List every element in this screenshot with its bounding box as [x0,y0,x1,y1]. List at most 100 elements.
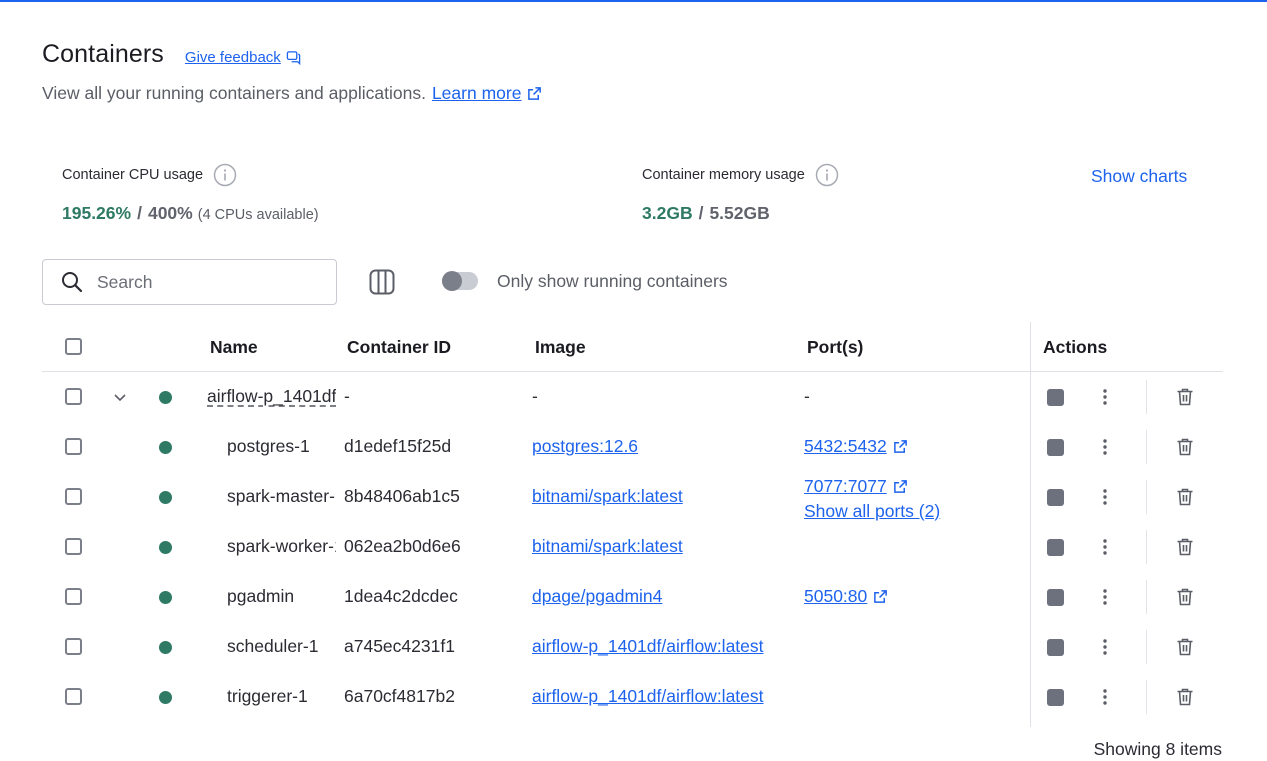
container-name[interactable]: postgres-1 [227,436,336,457]
cpu-count-note: (4 CPUs available) [197,207,319,223]
give-feedback-link[interactable]: Give feedback [185,49,301,66]
container-image-link[interactable]: postgres:12.6 [532,436,638,457]
trash-icon[interactable] [1176,587,1194,607]
row-checkbox[interactable] [65,488,82,505]
stop-button[interactable] [1047,589,1064,606]
stop-button[interactable] [1047,539,1064,556]
table-row[interactable]: triggerer-1 6a70cf4817b2 airflow-p_1401d… [42,672,1223,722]
external-link-icon[interactable] [893,439,908,454]
trash-icon[interactable] [1176,537,1194,557]
row-checkbox[interactable] [65,588,82,605]
learn-more-label: Learn more [431,83,522,103]
container-name[interactable]: pgadmin [227,586,336,607]
containers-table: Name Container ID Image Port(s) Actions … [42,322,1223,722]
container-image-link[interactable]: bitnami/spark:latest [532,486,683,507]
action-divider [1146,630,1147,664]
row-checkbox[interactable] [65,538,82,555]
header-image[interactable]: Image [535,337,586,358]
show-all-ports-link[interactable]: Show all ports (2) [804,501,940,521]
trash-icon[interactable] [1176,437,1194,457]
stop-button[interactable] [1047,389,1064,406]
memory-usage-stat: Container memory usage 3.2GB / 5.52GB [642,163,839,224]
header-container-id[interactable]: Container ID [347,337,451,358]
table-row[interactable]: pgadmin 1dea4c2dcdec dpage/pgadmin4 5050… [42,572,1223,622]
port-link[interactable]: 7077:7077 [804,476,887,496]
select-all-checkbox[interactable] [65,338,82,355]
memory-usage-label-row: Container memory usage [642,163,839,187]
action-divider [1146,430,1147,464]
container-name[interactable]: spark-worker-1 [227,536,336,557]
memory-total: 5.52GB [709,203,770,223]
items-count: Showing 8 items [1093,739,1222,759]
container-id: 8b48406ab1c5 [344,486,460,506]
info-icon[interactable] [213,163,237,187]
stop-button[interactable] [1047,489,1064,506]
container-image-link[interactable]: airflow-p_1401df/airflow:latest [532,636,764,657]
container-name[interactable]: airflow-p_1401df [207,386,336,407]
toggle-knob [442,271,462,291]
external-link-icon[interactable] [873,589,888,604]
table-row[interactable]: scheduler-1 a745ec4231f1 airflow-p_1401d… [42,622,1223,672]
info-icon[interactable] [815,163,839,187]
show-charts-button[interactable]: Show charts [1091,166,1187,187]
more-actions-button[interactable] [1097,387,1113,407]
container-name[interactable]: scheduler-1 [227,636,336,657]
container-id: 1dea4c2dcdec [344,586,458,606]
cpu-total: 400% [147,203,193,223]
stop-button[interactable] [1047,639,1064,656]
container-image-link[interactable]: dpage/pgadmin4 [532,586,662,607]
port-cell: 5050:80 [804,586,888,607]
header-ports[interactable]: Port(s) [807,337,863,358]
stop-button[interactable] [1047,439,1064,456]
table-row[interactable]: postgres-1 d1edef15f25d postgres:12.6 54… [42,422,1223,472]
container-id: 6a70cf4817b2 [344,686,455,706]
container-image-link[interactable]: airflow-p_1401df/airflow:latest [532,686,764,707]
table-row[interactable]: airflow-p_1401df - - - [42,372,1223,422]
feedback-icon [286,51,301,65]
cpu-used: 195.26% [62,203,132,223]
kebab-icon [1103,689,1107,705]
table-row[interactable]: spark-master-1 8b48406ab1c5 bitnami/spar… [42,472,1223,522]
table-row[interactable]: spark-worker-1 062ea2b0d6e6 bitnami/spar… [42,522,1223,572]
more-actions-button[interactable] [1097,487,1113,507]
row-checkbox[interactable] [65,688,82,705]
trash-icon[interactable] [1176,387,1194,407]
external-link-icon[interactable] [893,479,908,494]
cpu-usage-value: 195.26% / 400% (4 CPUs available) [62,203,319,224]
header-name[interactable]: Name [210,337,258,358]
cpu-usage-label-row: Container CPU usage [62,163,319,187]
row-checkbox[interactable] [65,438,82,455]
kebab-icon [1103,639,1107,655]
action-divider [1146,480,1147,514]
container-name[interactable]: spark-master-1 [227,486,336,507]
chevron-down-icon[interactable] [112,389,128,405]
search-icon [62,272,83,293]
page-subtitle: View all your running containers and app… [42,83,542,104]
search-box[interactable] [42,259,337,305]
more-actions-button[interactable] [1097,587,1113,607]
row-checkbox[interactable] [65,638,82,655]
search-input[interactable] [97,271,317,293]
port-cell: 5432:5432 [804,436,908,457]
trash-icon[interactable] [1176,487,1194,507]
more-actions-button[interactable] [1097,437,1113,457]
more-actions-button[interactable] [1097,637,1113,657]
memory-separator: / [698,203,704,223]
action-divider [1146,530,1147,564]
columns-button[interactable] [366,268,398,296]
running-only-toggle[interactable] [442,271,478,291]
port-link[interactable]: 5432:5432 [804,436,887,456]
container-image-link[interactable]: bitnami/spark:latest [532,536,683,557]
trash-icon[interactable] [1176,687,1194,707]
more-actions-button[interactable] [1097,537,1113,557]
port-link[interactable]: 5050:80 [804,586,867,606]
container-name[interactable]: triggerer-1 [227,686,336,707]
learn-more-link[interactable]: Learn more [432,83,543,104]
row-checkbox[interactable] [65,388,82,405]
cpu-separator: / [137,203,142,223]
stop-button[interactable] [1047,689,1064,706]
container-id: d1edef15f25d [344,436,452,456]
trash-icon[interactable] [1176,637,1194,657]
memory-usage-value: 3.2GB / 5.52GB [642,203,839,224]
more-actions-button[interactable] [1097,687,1113,707]
